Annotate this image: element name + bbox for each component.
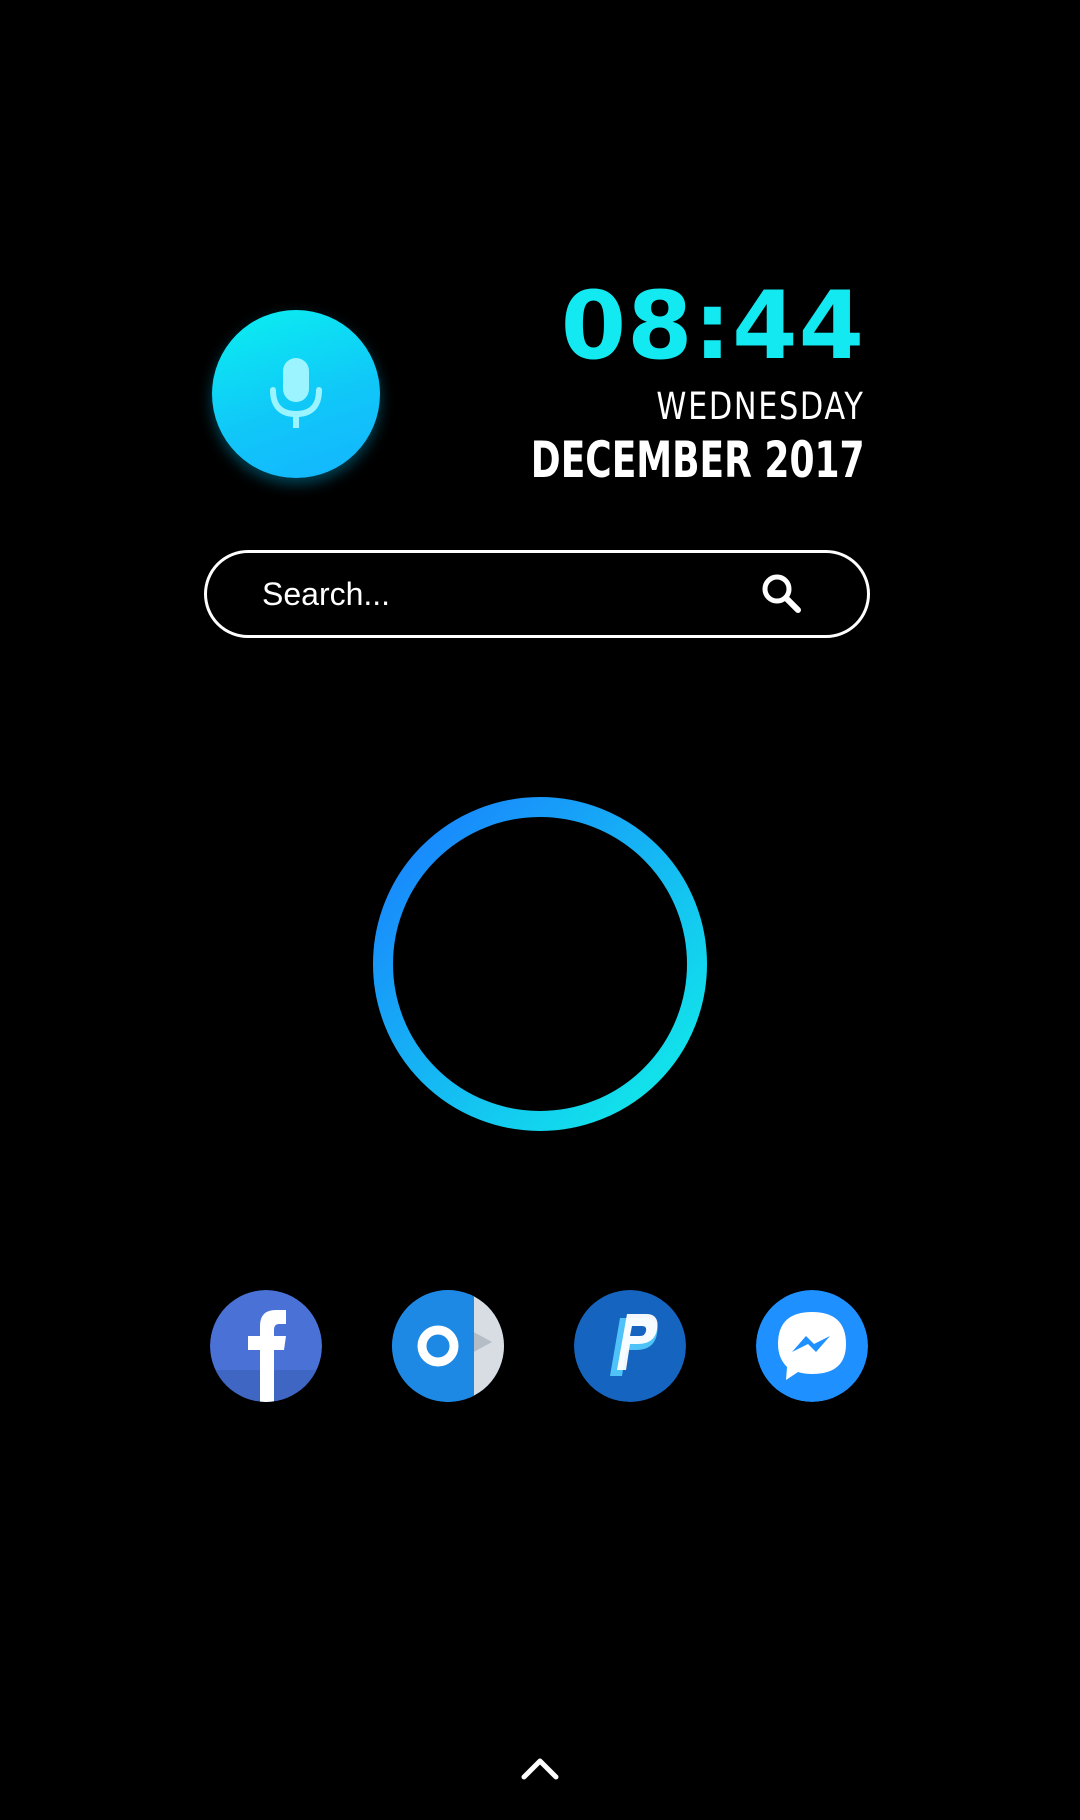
search-icon[interactable] <box>757 569 807 619</box>
facebook-icon <box>210 1290 322 1402</box>
app-drawer-handle[interactable] <box>520 1755 560 1781</box>
dock <box>0 1290 1080 1402</box>
outlook-app-icon[interactable] <box>392 1290 504 1402</box>
clock-weekday: WEDNESDAY <box>656 385 865 428</box>
chevron-up-icon <box>521 1758 559 1780</box>
outlook-icon <box>392 1290 504 1402</box>
search-bar[interactable]: Search... <box>204 550 870 638</box>
clock-time: 08:44 <box>560 272 865 381</box>
messenger-app-icon[interactable] <box>756 1290 868 1402</box>
voice-search-button[interactable] <box>212 310 380 478</box>
search-input[interactable]: Search... <box>262 576 757 613</box>
microphone-icon <box>270 358 322 428</box>
paypal-icon <box>574 1290 686 1402</box>
facebook-app-icon[interactable] <box>210 1290 322 1402</box>
clock-widget[interactable]: 08:44 WEDNESDAY DECEMBER 2017 <box>401 272 865 489</box>
clock-date: DECEMBER 2017 <box>531 431 865 489</box>
messenger-icon <box>756 1290 868 1402</box>
assistant-ring[interactable] <box>372 796 708 1132</box>
circle-ring-icon <box>373 797 707 1131</box>
paypal-app-icon[interactable] <box>574 1290 686 1402</box>
